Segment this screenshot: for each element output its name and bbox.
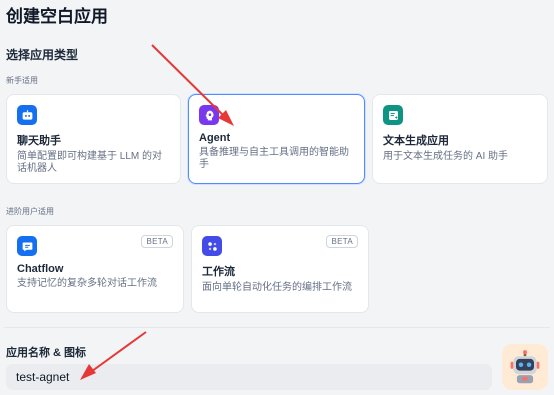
app-type-card-text-generation[interactable]: 文本生成应用 用于文本生成任务的 AI 助手 [372,94,548,184]
divider [4,327,550,328]
app-name-input[interactable] [6,364,492,390]
annotation-arrows [80,44,234,380]
app-type-card-chat-assistant[interactable]: 聊天助手 简单配置即可构建基于 LLM 的对话机器人 [6,94,181,184]
app-type-card-agent[interactable]: Agent 具备推理与自主工具调用的智能助手 [188,94,365,184]
group-label-advanced: 进阶用户适用 [6,207,54,216]
group-label-beginner: 新手适用 [6,76,38,85]
card-description: 用于文本生成任务的 AI 助手 [383,151,509,162]
card-description: 面向单轮自动化任务的编排工作流 [202,282,352,293]
workflow-icon [202,236,222,256]
card-title: 文本生成应用 [383,135,449,147]
chat-bot-icon [17,105,37,125]
app-icon-picker[interactable] [502,344,548,390]
card-description: 支持记忆的复杂多轮对话工作流 [17,278,157,289]
card-description: 简单配置即可构建基于 LLM 的对话机器人 [17,151,163,174]
robot-avatar-icon [510,350,540,384]
card-title: 聊天助手 [17,135,61,147]
card-title: Agent [199,132,231,144]
card-title: Chatflow [17,263,64,275]
chatflow-icon [17,236,37,256]
beta-badge: BETA [141,235,173,248]
text-generation-icon [383,105,403,125]
card-title: 工作流 [202,266,235,278]
agent-icon [199,105,219,125]
field-label-app-name: 应用名称 & 图标 [6,347,87,359]
app-type-card-workflow[interactable]: BETA 工作流 面向单轮自动化任务的编排工作流 [191,225,369,313]
card-description: 具备推理与自主工具调用的智能助手 [199,147,349,170]
app-type-card-chatflow[interactable]: BETA Chatflow 支持记忆的复杂多轮对话工作流 [6,225,184,313]
section-title-app-type: 选择应用类型 [6,48,79,62]
page-title: 创建空白应用 [6,7,108,26]
beta-badge: BETA [326,235,358,248]
